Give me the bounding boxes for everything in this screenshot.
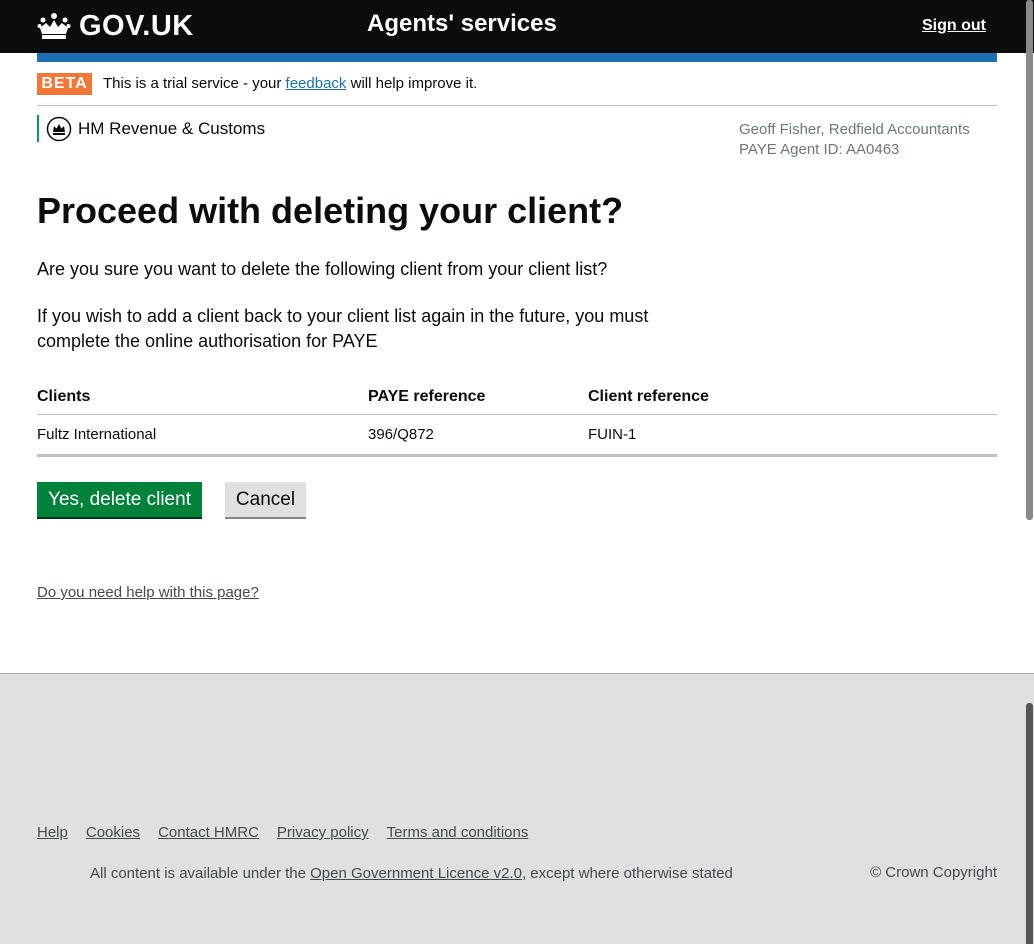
hmrc-logo: HM Revenue & Customs [37, 115, 265, 142]
licence-text: All content is available under the Open … [90, 865, 733, 882]
delete-client-button[interactable]: Yes, delete client [37, 482, 202, 517]
service-name-link[interactable]: Agents' services [367, 10, 557, 38]
site-footer: Help Cookies Contact HMRC Privacy policy… [0, 673, 1034, 944]
reauthorisation-note: If you wish to add a client back to your… [37, 306, 649, 351]
licence-before: All content is available under the [90, 864, 311, 882]
ogl-logo-icon [37, 864, 82, 882]
agent-id: PAYE Agent ID: AA0463 [739, 141, 900, 158]
crown-copyright[interactable]: © Crown Copyright [870, 864, 997, 881]
scrollbar-thumb[interactable] [1026, 0, 1033, 520]
footer-link-terms[interactable]: Terms and conditions [387, 824, 529, 841]
hmrc-crest-icon [46, 116, 72, 141]
cancel-button[interactable]: Cancel [225, 482, 306, 517]
agent-info: Geoff Fisher, Redfield Accountants PAYE … [739, 120, 970, 160]
page-title: Proceed with deleting your client? [37, 190, 624, 231]
footer-link-cookies[interactable]: Cookies [86, 824, 140, 841]
clients-table: Clients PAYE reference Client reference … [37, 380, 997, 457]
header-paye-reference: PAYE reference [368, 380, 588, 415]
footer-link-contact-hmrc[interactable]: Contact HMRC [158, 824, 259, 841]
phase-banner: BETA This is a trial service - your feed… [37, 73, 997, 106]
footer-link-privacy-policy[interactable]: Privacy policy [277, 824, 369, 841]
footer-link-help[interactable]: Help [37, 824, 68, 841]
table-row: Fultz International 396/Q872 FUIN-1 [37, 414, 997, 457]
sign-out-link[interactable]: Sign out [922, 17, 986, 35]
beta-tag: BETA [37, 73, 92, 95]
agent-name: Geoff Fisher, Redfield Accountants [739, 121, 970, 138]
help-with-page-link[interactable]: Do you need help with this page? [37, 584, 259, 601]
govuk-logo-text: GOV.UK [79, 9, 194, 42]
licence-statement: All content is available under the Open … [37, 864, 733, 882]
hmrc-name: HM Revenue & Customs [78, 118, 266, 138]
beta-message-before: This is a trial service - your [103, 75, 286, 92]
footer-links: Help Cookies Contact HMRC Privacy policy… [37, 824, 528, 841]
header-clients: Clients [37, 380, 368, 415]
beta-message: This is a trial service - your feedback … [103, 75, 477, 92]
client-reference-cell: FUIN-1 [588, 414, 997, 457]
crown-icon [37, 13, 71, 39]
open-government-licence-link[interactable]: Open Government Licence v2.0 [310, 865, 522, 882]
licence-after: , except where otherwise stated [521, 864, 733, 882]
header-accent-bar [37, 53, 997, 62]
confirm-question: Are you sure you want to delete the foll… [37, 259, 608, 279]
site-header: GOV.UK Agents' services Sign out [0, 0, 1034, 53]
feedback-link[interactable]: feedback [286, 75, 347, 92]
paye-reference-cell: 396/Q872 [368, 414, 588, 457]
client-name-cell: Fultz International [37, 414, 368, 457]
table-header-row: Clients PAYE reference Client reference [37, 380, 997, 415]
header-client-reference: Client reference [588, 380, 997, 415]
govuk-logo-link[interactable]: GOV.UK [37, 9, 194, 43]
scrollbar-track-lower[interactable] [1026, 703, 1033, 944]
beta-message-after: will help improve it. [346, 75, 478, 92]
